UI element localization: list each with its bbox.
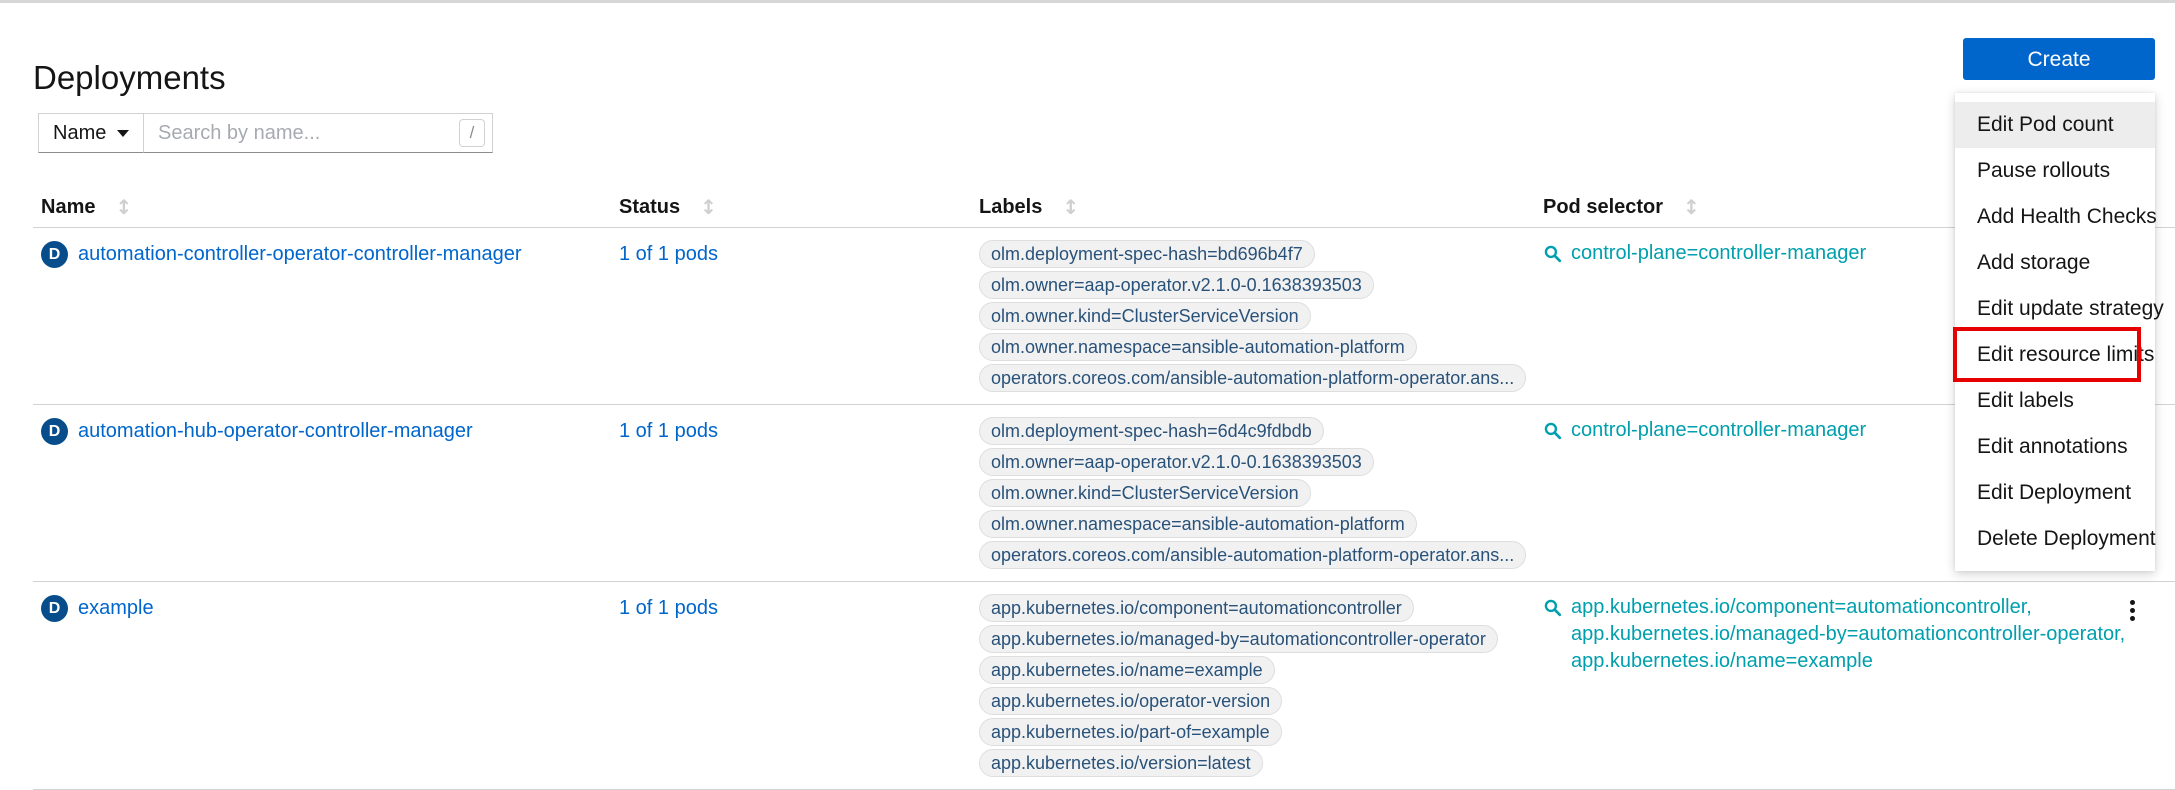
- menu-item-edit-deployment[interactable]: Edit Deployment: [1955, 470, 2155, 516]
- menu-item-pause-rollouts[interactable]: Pause rollouts: [1955, 148, 2155, 194]
- kebab-menu-icon[interactable]: [2122, 600, 2142, 630]
- column-header-label: Name: [41, 196, 95, 219]
- column-header-label: Labels: [979, 196, 1042, 219]
- table-body: D automation-controller-operator-control…: [33, 228, 2175, 790]
- menu-item-edit-annotations[interactable]: Edit annotations: [1955, 424, 2155, 470]
- pod-selector-lines: app.kubernetes.io/component=automationco…: [1571, 594, 2072, 675]
- labels-cell: app.kubernetes.io/component=automationco…: [971, 594, 1535, 780]
- search-icon: [1543, 421, 1562, 445]
- filter-toolbar: Name /: [38, 113, 493, 153]
- label-chip[interactable]: app.kubernetes.io/operator-version: [979, 687, 1282, 715]
- deployment-resource-badge: D: [41, 241, 68, 268]
- pod-selector-link[interactable]: app.kubernetes.io/component=automationco…: [1571, 594, 2072, 621]
- label-chip[interactable]: app.kubernetes.io/part-of=example: [979, 718, 1282, 746]
- table-header-row: Name ↕ Status ↕ Labels ↕ Pod selector ↕: [33, 195, 2175, 228]
- sort-icon[interactable]: ↕: [1062, 195, 1079, 219]
- name-cell: D example: [33, 594, 611, 780]
- name-cell: D automation-hub-operator-controller-man…: [33, 417, 611, 572]
- kebab-cell: [2072, 594, 2175, 780]
- column-header-name[interactable]: Name ↕: [33, 195, 611, 227]
- page-title: Deployments: [33, 58, 226, 98]
- search-icon: [1543, 598, 1562, 622]
- menu-item-add-storage[interactable]: Add storage: [1955, 240, 2155, 286]
- row-actions-menu: Edit Pod countPause rolloutsAdd Health C…: [1955, 93, 2155, 571]
- labels-list: olm.deployment-spec-hash=6d4c9fdbdb olm.o…: [979, 417, 1519, 569]
- label-chip[interactable]: olm.owner.namespace=ansible-automation-p…: [979, 510, 1417, 538]
- label-chip[interactable]: olm.deployment-spec-hash=6d4c9fdbdb: [979, 417, 1324, 445]
- sort-icon[interactable]: ↕: [1683, 195, 1700, 219]
- labels-cell: olm.deployment-spec-hash=bd696b4f7 olm.ow…: [971, 240, 1535, 395]
- deployment-resource-badge: D: [41, 595, 68, 622]
- menu-item-add-health-checks[interactable]: Add Health Checks: [1955, 194, 2155, 240]
- deployment-name-link[interactable]: automation-hub-operator-controller-manag…: [78, 417, 473, 445]
- column-header-status[interactable]: Status ↕: [611, 195, 971, 227]
- labels-list: olm.deployment-spec-hash=bd696b4f7 olm.ow…: [979, 240, 1519, 392]
- pod-status-link[interactable]: 1 of 1 pods: [619, 597, 718, 619]
- status-cell: 1 of 1 pods: [611, 240, 971, 395]
- labels-list: app.kubernetes.io/component=automationco…: [979, 594, 1519, 777]
- menu-item-edit-update-strategy[interactable]: Edit update strategy: [1955, 286, 2155, 332]
- sort-icon[interactable]: ↕: [700, 195, 717, 219]
- create-deployment-button[interactable]: Create Deployment: [1963, 38, 2155, 80]
- label-chip[interactable]: app.kubernetes.io/name=example: [979, 656, 1275, 684]
- caret-down-icon: [117, 130, 129, 137]
- label-chip[interactable]: app.kubernetes.io/component=automationco…: [979, 594, 1414, 622]
- table-row: D example 1 of 1 pods app.kubernetes.io/…: [33, 582, 2175, 790]
- pod-status-link[interactable]: 1 of 1 pods: [619, 243, 718, 265]
- menu-item-edit-pod-count[interactable]: Edit Pod count: [1955, 102, 2155, 148]
- deployment-name-link[interactable]: example: [78, 594, 154, 622]
- status-cell: 1 of 1 pods: [611, 417, 971, 572]
- status-cell: 1 of 1 pods: [611, 594, 971, 780]
- name-cell: D automation-controller-operator-control…: [33, 240, 611, 395]
- deployment-name-link[interactable]: automation-controller-operator-controlle…: [78, 240, 522, 268]
- label-chip[interactable]: operators.coreos.com/ansible-automation-…: [979, 541, 1526, 569]
- column-header-label: Status: [619, 196, 680, 219]
- top-divider: [0, 0, 2175, 3]
- deployments-table: Name ↕ Status ↕ Labels ↕ Pod selector ↕ D autom…: [33, 195, 2175, 790]
- search-icon: [1543, 244, 1562, 268]
- search-input[interactable]: [144, 113, 493, 153]
- filter-type-label: Name: [53, 122, 106, 145]
- deployment-resource-badge: D: [41, 418, 68, 445]
- pod-selector-cell: app.kubernetes.io/component=automationco…: [1535, 594, 2072, 780]
- label-chip[interactable]: app.kubernetes.io/version=latest: [979, 749, 1263, 777]
- label-chip[interactable]: olm.owner=aap-operator.v2.1.0-0.16383935…: [979, 271, 1374, 299]
- pod-status-link[interactable]: 1 of 1 pods: [619, 420, 718, 442]
- label-chip[interactable]: app.kubernetes.io/managed-by=automationc…: [979, 625, 1498, 653]
- label-chip[interactable]: olm.owner.namespace=ansible-automation-p…: [979, 333, 1417, 361]
- table-row: D automation-hub-operator-controller-man…: [33, 405, 2175, 582]
- menu-item-delete-deployment[interactable]: Delete Deployment: [1955, 516, 2155, 562]
- label-chip[interactable]: olm.owner.kind=ClusterServiceVersion: [979, 479, 1311, 507]
- deployments-page: Deployments Create Deployment Name / Nam…: [0, 0, 2175, 765]
- menu-item-edit-resource-limits[interactable]: Edit resource limits: [1955, 332, 2155, 378]
- pod-selector-link[interactable]: app.kubernetes.io/name=example: [1571, 648, 2072, 675]
- menu-item-edit-labels[interactable]: Edit labels: [1955, 378, 2155, 424]
- sort-icon[interactable]: ↕: [115, 195, 132, 219]
- pod-selector-link[interactable]: app.kubernetes.io/managed-by=automationc…: [1571, 621, 2072, 648]
- search-shortcut-key: /: [459, 119, 485, 147]
- label-chip[interactable]: operators.coreos.com/ansible-automation-…: [979, 364, 1526, 392]
- labels-cell: olm.deployment-spec-hash=6d4c9fdbdb olm.o…: [971, 417, 1535, 572]
- column-header-label: Pod selector: [1543, 196, 1663, 219]
- filter-type-dropdown[interactable]: Name: [38, 113, 144, 153]
- column-header-labels[interactable]: Labels ↕: [971, 195, 1535, 227]
- table-row: D automation-controller-operator-control…: [33, 228, 2175, 405]
- label-chip[interactable]: olm.owner.kind=ClusterServiceVersion: [979, 302, 1311, 330]
- label-chip[interactable]: olm.deployment-spec-hash=bd696b4f7: [979, 240, 1315, 268]
- label-chip[interactable]: olm.owner=aap-operator.v2.1.0-0.16383935…: [979, 448, 1374, 476]
